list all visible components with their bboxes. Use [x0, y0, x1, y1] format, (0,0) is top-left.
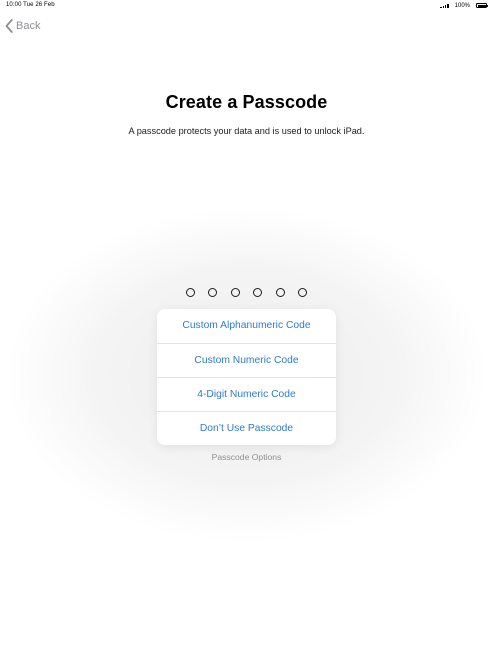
signal-bars-icon: [440, 3, 449, 8]
page-subtitle: A passcode protects your data and is use…: [128, 126, 365, 136]
page-title: Create a Passcode: [165, 92, 328, 112]
passcode-options-menu: Custom Alphanumeric Code Custom Numeric …: [157, 309, 336, 445]
back-label: Back: [16, 20, 41, 32]
custom-numeric-code-option[interactable]: Custom Numeric Code: [157, 343, 336, 377]
passcode-dots: [0, 288, 493, 297]
status-bar: 10:00 Tue 26 Feb 100%: [0, 0, 493, 12]
battery-icon: [476, 3, 488, 8]
passcode-dot: [275, 288, 285, 297]
four-digit-numeric-code-option[interactable]: 4-Digit Numeric Code: [157, 377, 336, 411]
custom-alphanumeric-code-option[interactable]: Custom Alphanumeric Code: [157, 309, 336, 343]
back-button[interactable]: Back: [5, 17, 40, 35]
battery-percent: 100%: [454, 2, 470, 9]
passcode-dot: [253, 288, 263, 297]
passcode-dot: [298, 288, 308, 297]
chevron-left-icon: [5, 19, 13, 33]
passcode-dot: [230, 288, 240, 297]
status-time-date: 10:00 Tue 26 Feb: [6, 2, 55, 8]
dont-use-passcode-option[interactable]: Don’t Use Passcode: [157, 411, 336, 445]
passcode-dot: [208, 288, 218, 297]
passcode-options-button[interactable]: Passcode Options: [0, 452, 493, 462]
passcode-dot: [185, 288, 195, 297]
status-indicators: 100%: [440, 1, 488, 10]
